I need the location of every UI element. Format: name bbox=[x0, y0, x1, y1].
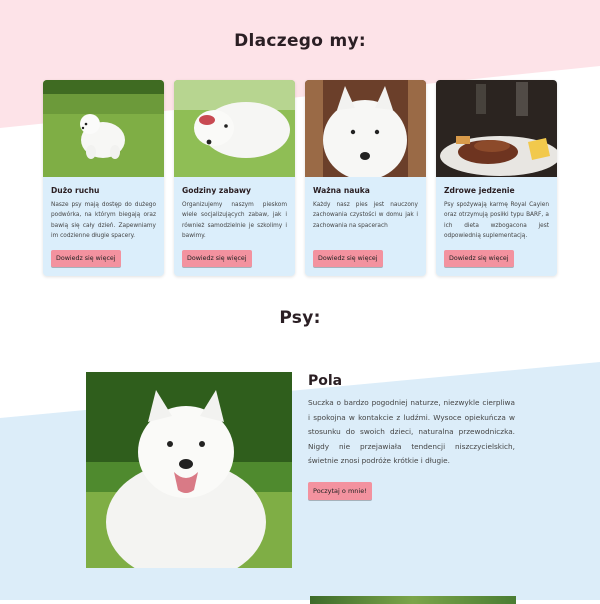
learn-more-button[interactable]: Dowiedz się więcej bbox=[313, 250, 383, 267]
card-photo-food-plate bbox=[436, 80, 557, 177]
read-about-me-button[interactable]: Poczytaj o mnie! bbox=[308, 482, 372, 500]
card-title: Zdrowe jedzenie bbox=[444, 186, 515, 195]
dog-description: Suczka o bardzo pogodniej naturze, niezw… bbox=[308, 398, 515, 466]
card-photo-dog-on-grass bbox=[43, 80, 164, 177]
card-title: Dużo ruchu bbox=[51, 186, 100, 195]
learn-more-button[interactable]: Dowiedz się więcej bbox=[444, 250, 514, 267]
learn-more-button[interactable]: Dowiedz się więcej bbox=[51, 250, 121, 267]
feature-card-food: Zdrowe jedzenie Psy spożywają karmę Roya… bbox=[436, 80, 557, 276]
feature-card-play: Godziny zabawy Organizujemy naszym piesk… bbox=[174, 80, 295, 276]
feature-card-exercise: Dużo ruchu Nasze psy mają dostęp do duże… bbox=[43, 80, 164, 276]
dog-name: Pola bbox=[308, 373, 343, 389]
card-description: Każdy nasz pies jest nauczony zachowania… bbox=[313, 202, 418, 229]
card-title: Ważna nauka bbox=[313, 186, 370, 195]
card-title: Godziny zabawy bbox=[182, 186, 251, 195]
next-dog-photo-partial bbox=[310, 596, 516, 604]
why-us-heading: Dlaczego my: bbox=[234, 31, 366, 51]
card-photo-dog-rolling bbox=[174, 80, 295, 177]
learn-more-button[interactable]: Dowiedz się więcej bbox=[182, 250, 252, 267]
card-photo-dog-portrait bbox=[305, 80, 426, 177]
dogs-heading: Psy: bbox=[279, 308, 321, 328]
dog-photo-pola bbox=[86, 372, 292, 568]
feature-card-training: Ważna nauka Każdy nasz pies jest nauczon… bbox=[305, 80, 426, 276]
card-description: Organizujemy naszym pieskom wiele socjal… bbox=[182, 202, 287, 240]
card-description: Psy spożywają karmę Royal Cayien oraz ot… bbox=[444, 202, 549, 240]
card-description: Nasze psy mają dostęp do dużego podwórka… bbox=[51, 202, 156, 240]
